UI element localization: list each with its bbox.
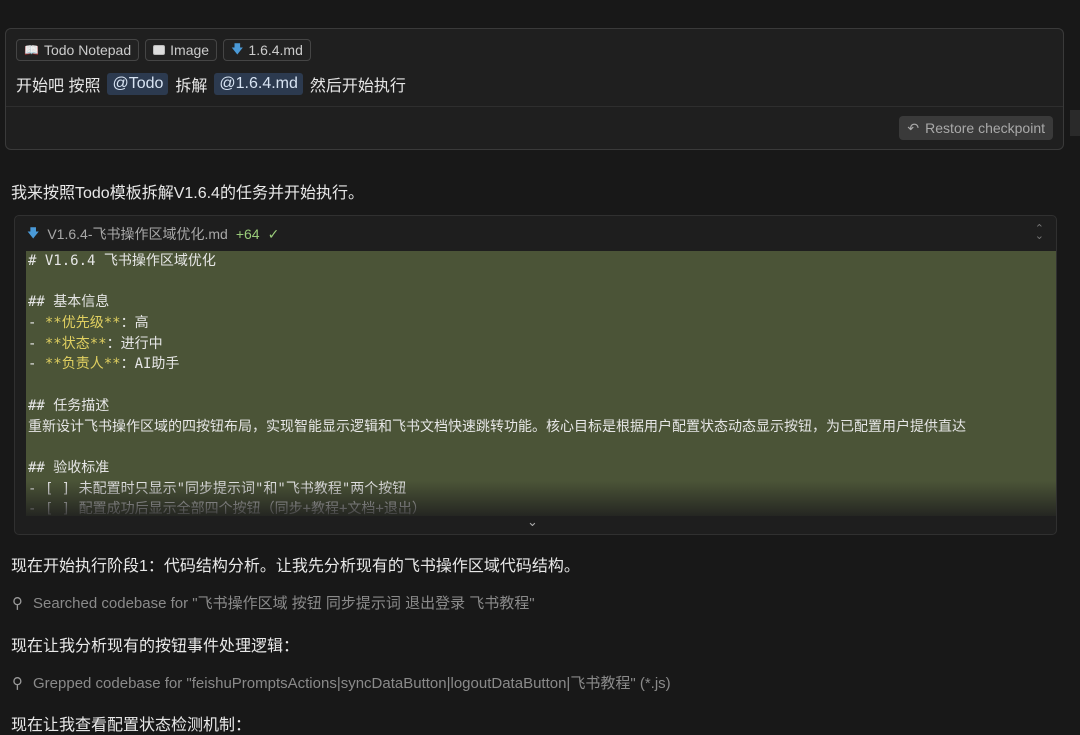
lines-added: +64 xyxy=(235,226,260,242)
assistant-message-config: 现在让我查看配置状态检测机制： xyxy=(11,717,252,734)
code-fade-overlay xyxy=(26,481,1056,516)
prompt-text-before: 开始吧 按照 xyxy=(16,78,101,95)
book-icon: 📖 xyxy=(24,43,39,57)
file-name: V1.6.4-飞书操作区域优化.md xyxy=(47,226,228,242)
mention-file[interactable]: @1.6.4.md xyxy=(214,73,303,95)
file-edit-card: 🡇 V1.6.4-飞书操作区域优化.md +64 ✓ ⌃ ⌄ # V1.6.4 飞… xyxy=(14,215,1057,535)
chip-markdown-file[interactable]: 🡇 1.6.4.md xyxy=(223,39,311,61)
code-bullet: - xyxy=(28,356,45,373)
code-line: - **状态**：进行中 xyxy=(28,334,1056,355)
check-icon: ✓ xyxy=(267,225,280,242)
search-icon: ⚲ xyxy=(12,594,23,612)
code-line: ## 基本信息 xyxy=(28,294,110,311)
expand-toggle-icon[interactable]: ⌃ ⌄ xyxy=(1035,224,1044,242)
image-icon xyxy=(153,45,166,55)
code-key: **状态** xyxy=(44,335,107,352)
code-line: # V1.6.4 飞书操作区域优化 xyxy=(28,253,216,269)
divider xyxy=(6,106,1063,107)
code-value: ：进行中 xyxy=(106,335,163,352)
prompt-text: 开始吧 按照 @Todo 拆解 @1.6.4.md 然后开始执行 xyxy=(16,72,406,96)
scrollbar-thumb[interactable] xyxy=(1070,110,1080,136)
code-bullet: - xyxy=(28,315,45,332)
code-key: **优先级** xyxy=(44,315,121,332)
code-key: **负责人** xyxy=(44,356,121,373)
code-line: - **优先级**：高 xyxy=(28,313,1056,334)
prompt-text-after: 然后开始执行 xyxy=(309,78,406,95)
prompt-text-middle: 拆解 xyxy=(175,78,208,95)
code-value: ：AI助手 xyxy=(120,356,180,373)
code-diff-view: # V1.6.4 飞书操作区域优化 ## 基本信息 - **优先级**：高 - **状… xyxy=(26,251,1056,516)
assistant-message-intro: 我来按照Todo模板拆解V1.6.4的任务并开始执行。 xyxy=(11,185,364,202)
prompt-box: 📖 Todo Notepad Image 🡇 1.6.4.md 开始吧 按照 @… xyxy=(5,28,1064,150)
mention-todo[interactable]: @Todo xyxy=(107,73,169,95)
chip-label: 1.6.4.md xyxy=(248,42,303,58)
tool-call-grep[interactable]: ⚲ Grepped codebase for "feishuPromptsAct… xyxy=(12,672,671,693)
undo-icon: ↶ xyxy=(907,119,920,136)
chip-label: Image xyxy=(170,42,210,58)
code-line: - **负责人**：AI助手 xyxy=(28,354,1056,375)
chip-label: Todo Notepad xyxy=(43,42,132,58)
assistant-message-events: 现在让我分析现有的按钮事件处理逻辑： xyxy=(11,638,300,655)
code-line: ## 任务描述 xyxy=(28,397,110,414)
markdown-icon: 🡇 xyxy=(27,225,40,240)
chip-todo-notepad[interactable]: 📖 Todo Notepad xyxy=(16,39,140,61)
context-chips: 📖 Todo Notepad Image 🡇 1.6.4.md xyxy=(16,39,311,61)
code-line: ## 验收标准 xyxy=(28,459,110,476)
markdown-icon: 🡇 xyxy=(231,41,244,56)
search-icon: ⚲ xyxy=(12,674,23,692)
tool-grep-text: Grepped codebase for "feishuPromptsActio… xyxy=(33,675,671,692)
code-bullet: - xyxy=(28,335,45,352)
chip-image[interactable]: Image xyxy=(145,39,218,61)
tool-search-text: Searched codebase for "飞书操作区域 按钮 同步提示词 退… xyxy=(33,595,535,612)
tool-call-search[interactable]: ⚲ Searched codebase for "飞书操作区域 按钮 同步提示词… xyxy=(12,592,535,613)
code-line: 重新设计飞书操作区域的四按钮布局，实现智能显示逻辑和飞书文档快速跳转功能。核心目… xyxy=(28,418,966,435)
file-card-header[interactable]: 🡇 V1.6.4-飞书操作区域优化.md +64 ✓ ⌃ ⌄ xyxy=(15,216,1056,252)
restore-checkpoint-button[interactable]: ↶ Restore checkpoint xyxy=(899,116,1053,140)
assistant-message-phase1: 现在开始执行阶段1：代码结构分析。让我先分析现有的飞书操作区域代码结构。 xyxy=(11,558,580,575)
restore-label: Restore checkpoint xyxy=(925,120,1045,136)
chevron-down-icon[interactable]: ⌄ xyxy=(527,514,538,530)
code-value: ：高 xyxy=(120,315,149,332)
